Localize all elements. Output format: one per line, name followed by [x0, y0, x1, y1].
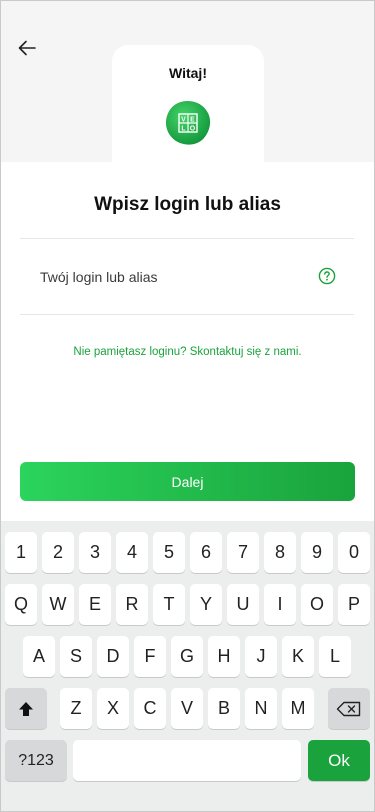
key-j[interactable]: J — [245, 636, 277, 677]
symbols-key[interactable]: ?123 — [5, 740, 67, 781]
logo-letter-v: V — [181, 117, 186, 124]
key-a[interactable]: A — [23, 636, 55, 677]
key-1[interactable]: 1 — [5, 532, 37, 573]
key-d[interactable]: D — [97, 636, 129, 677]
key-8[interactable]: 8 — [264, 532, 296, 573]
key-r[interactable]: R — [116, 584, 148, 625]
shift-arrow-icon — [19, 701, 33, 716]
key-2[interactable]: 2 — [42, 532, 74, 573]
key-i[interactable]: I — [264, 584, 296, 625]
key-e[interactable]: E — [79, 584, 111, 625]
welcome-card: Witaj! V E L O — [112, 45, 264, 162]
key-v[interactable]: V — [171, 688, 203, 729]
key-n[interactable]: N — [245, 688, 277, 729]
key-l[interactable]: L — [319, 636, 351, 677]
key-y[interactable]: Y — [190, 584, 222, 625]
space-key[interactable] — [73, 740, 301, 781]
question-circle-icon[interactable] — [318, 267, 336, 285]
key-o[interactable]: O — [301, 584, 333, 625]
page-title: Wpisz login lub alias — [94, 194, 281, 215]
key-9[interactable]: 9 — [301, 532, 333, 573]
backspace-key[interactable] — [328, 688, 370, 729]
arrow-left-icon — [18, 40, 36, 56]
forgot-login-link[interactable]: Nie pamiętasz loginu? Skontaktuj się z n… — [0, 346, 375, 358]
keyboard: 1 2 3 4 5 6 7 8 9 0 Q W E R T Y U I O P … — [0, 521, 375, 812]
shift-key[interactable] — [5, 688, 47, 729]
backspace-icon — [336, 701, 361, 716]
welcome-title: Witaj! — [169, 65, 207, 81]
key-m[interactable]: M — [282, 688, 314, 729]
key-g[interactable]: G — [171, 636, 203, 677]
key-w[interactable]: W — [42, 584, 74, 625]
key-f[interactable]: F — [134, 636, 166, 677]
ok-key[interactable]: Ok — [308, 740, 370, 781]
key-z[interactable]: Z — [60, 688, 92, 729]
key-t[interactable]: T — [153, 584, 185, 625]
login-input[interactable]: Twój login lub alias — [20, 239, 354, 314]
back-button[interactable] — [12, 34, 42, 62]
key-b[interactable]: B — [208, 688, 240, 729]
key-u[interactable]: U — [227, 584, 259, 625]
login-placeholder: Twój login lub alias — [40, 268, 158, 285]
key-4[interactable]: 4 — [116, 532, 148, 573]
logo-letter-o: O — [190, 126, 196, 133]
key-7[interactable]: 7 — [227, 532, 259, 573]
key-s[interactable]: S — [60, 636, 92, 677]
key-h[interactable]: H — [208, 636, 240, 677]
key-k[interactable]: K — [282, 636, 314, 677]
key-q[interactable]: Q — [5, 584, 37, 625]
key-x[interactable]: X — [97, 688, 129, 729]
logo-letter-e: E — [190, 117, 195, 124]
key-5[interactable]: 5 — [153, 532, 185, 573]
divider — [20, 314, 354, 315]
key-c[interactable]: C — [134, 688, 166, 729]
key-3[interactable]: 3 — [79, 532, 111, 573]
key-p[interactable]: P — [338, 584, 370, 625]
next-button[interactable]: Dalej — [20, 462, 355, 501]
key-6[interactable]: 6 — [190, 532, 222, 573]
logo-letter-l: L — [181, 126, 186, 133]
velo-logo-icon: V E L O — [164, 99, 212, 147]
key-0[interactable]: 0 — [338, 532, 370, 573]
